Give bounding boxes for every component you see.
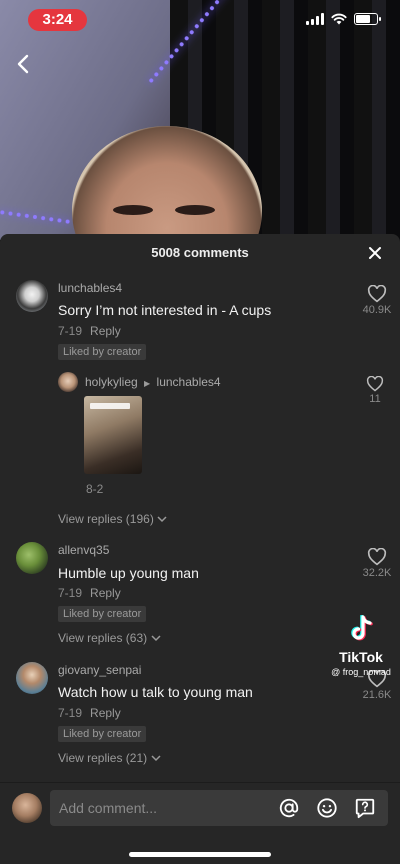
close-icon[interactable] bbox=[366, 244, 384, 262]
chevron-down-icon bbox=[150, 755, 161, 762]
chevron-down-icon bbox=[157, 516, 167, 523]
avatar[interactable] bbox=[16, 662, 48, 694]
home-indicator[interactable] bbox=[129, 852, 271, 857]
heart-outline-icon bbox=[367, 548, 387, 566]
view-replies-button[interactable]: View replies (21) bbox=[58, 751, 161, 765]
comment-text: Humble up young man bbox=[58, 565, 199, 581]
comment-input[interactable] bbox=[59, 790, 269, 826]
status-time: 3:24 bbox=[28, 9, 87, 31]
liked-by-creator-badge: Liked by creator bbox=[58, 726, 147, 742]
battery-level bbox=[356, 15, 370, 23]
comments-sheet: 5008 comments lunchables4 Sorry I’m not … bbox=[0, 234, 400, 864]
tiktok-logo-icon bbox=[351, 614, 373, 641]
tiktok-watermark: TikTok @ frog_nomad bbox=[322, 614, 400, 677]
comment-username[interactable]: lunchables4 bbox=[58, 281, 122, 295]
led-strip bbox=[0, 210, 70, 224]
back-chevron-icon[interactable] bbox=[12, 52, 36, 76]
wifi-icon bbox=[331, 13, 347, 25]
comment-input-bar bbox=[0, 782, 400, 832]
comments-header: 5008 comments bbox=[0, 234, 400, 272]
like-count: 40.9K bbox=[362, 304, 392, 316]
creator-handle: @ frog_nomad bbox=[331, 667, 391, 677]
comment-date: 7-19 bbox=[58, 324, 83, 338]
tiktok-brand-text: TikTok bbox=[339, 649, 383, 665]
heart-outline-icon bbox=[367, 285, 387, 303]
chevron-down-icon bbox=[150, 635, 161, 642]
comments-count-title: 5008 comments bbox=[151, 245, 249, 260]
emoji-icon[interactable] bbox=[316, 797, 338, 819]
status-bar: 3:24 bbox=[0, 0, 400, 40]
reply-button[interactable]: Reply bbox=[90, 706, 121, 720]
like-button[interactable]: 32.2K bbox=[357, 548, 397, 579]
reply-arrow-icon: ▶ bbox=[144, 379, 151, 388]
comment-field-container bbox=[50, 790, 388, 826]
person-eye bbox=[113, 205, 153, 215]
comment-text: Watch how u talk to young man bbox=[58, 684, 253, 700]
reply-date: 8-2 bbox=[86, 482, 104, 496]
liked-by-creator-badge: Liked by creator bbox=[58, 344, 147, 360]
heart-outline-icon bbox=[366, 376, 384, 392]
cellular-signal-icon bbox=[306, 13, 324, 25]
reply-button[interactable]: Reply bbox=[90, 586, 121, 600]
view-replies-button[interactable]: View replies (63) bbox=[58, 631, 161, 645]
at-mention-icon[interactable] bbox=[278, 797, 300, 819]
avatar[interactable] bbox=[16, 542, 48, 574]
reply-avatar[interactable] bbox=[58, 372, 78, 392]
reply-like-button[interactable]: 11 bbox=[355, 376, 395, 405]
view-replies-button[interactable]: View replies (196) bbox=[58, 512, 167, 526]
question-sticker-icon[interactable] bbox=[354, 797, 376, 819]
like-count: 32.2K bbox=[362, 567, 392, 579]
reply-to-username[interactable]: lunchables4 bbox=[157, 375, 221, 389]
reply-username[interactable]: holykylieg bbox=[85, 375, 138, 389]
my-avatar bbox=[12, 793, 42, 823]
avatar[interactable] bbox=[16, 280, 48, 312]
comment-text: Sorry I’m not interested in - A cups bbox=[58, 302, 272, 318]
reply-like-count: 11 bbox=[369, 393, 381, 405]
comment-username[interactable]: giovany_senpai bbox=[58, 663, 141, 677]
reply-button[interactable]: Reply bbox=[90, 324, 121, 338]
person-eye bbox=[175, 205, 215, 215]
comment-username[interactable]: allenvq35 bbox=[58, 543, 109, 557]
reply-video-thumbnail[interactable] bbox=[84, 396, 142, 474]
comment-date: 7-19 bbox=[58, 586, 83, 600]
liked-by-creator-badge: Liked by creator bbox=[58, 606, 147, 622]
comment-date: 7-19 bbox=[58, 706, 83, 720]
like-count: 21.6K bbox=[362, 689, 392, 701]
battery-icon bbox=[354, 13, 381, 25]
like-button[interactable]: 40.9K bbox=[357, 285, 397, 316]
